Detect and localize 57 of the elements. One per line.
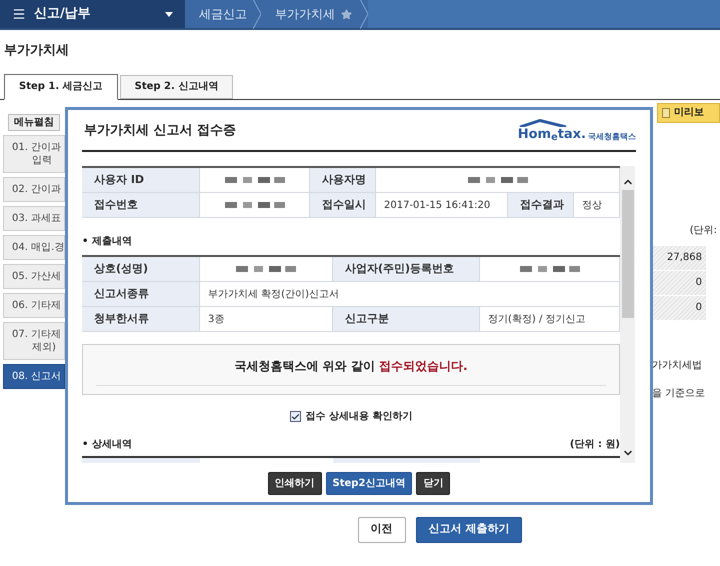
chevron-icon	[253, 0, 261, 29]
label-cell: 사용자 ID	[82, 168, 200, 192]
label-cell: 신고서종류	[82, 282, 200, 306]
scrollbar[interactable]	[620, 166, 635, 463]
side-menu-item[interactable]: 05. 가산세	[3, 264, 65, 288]
unit-label: (단위:	[690, 224, 717, 238]
hometax-logo: Hom$_{e}$tax.국세청홈택스	[518, 117, 636, 145]
amount-cell: 27,868	[652, 246, 706, 270]
note-text: 을 기준으로	[652, 386, 706, 400]
document-icon	[662, 108, 670, 118]
label-cell: 청부한서류	[82, 307, 200, 331]
checkbox[interactable]	[290, 411, 301, 422]
breadcrumb-link[interactable]: 부가가치세	[261, 5, 341, 23]
side-menu-item[interactable]: 08. 신고서	[3, 364, 65, 388]
preview-button[interactable]: 미리보	[657, 102, 720, 122]
label-cell: 접수번호	[82, 193, 200, 217]
redacted-mark	[236, 265, 296, 273]
label-cell: 사용자명	[310, 168, 376, 192]
section-heading: • 상세내역	[82, 438, 132, 452]
dialog-title: 부가가치세 신고서 접수증	[83, 122, 236, 140]
label-cell: 상호(성명)	[82, 257, 200, 281]
amount-cell: 0	[652, 296, 706, 320]
page-title: 부가가치세	[4, 42, 70, 60]
side-menu-item[interactable]: 06. 기타제	[3, 292, 65, 318]
footer-button[interactable]: 이전	[358, 516, 406, 542]
unit-label: (단위 : 원)	[570, 438, 620, 452]
receipt-message: 국세청홈택스에 위와 같이 접수되었습니다.	[234, 358, 468, 375]
label-cell: 신고구분	[333, 307, 480, 331]
side-menu-item[interactable]: 07. 기타제 제외)	[3, 322, 65, 360]
dialog-button[interactable]: Step2신고내역	[326, 472, 412, 495]
label-cell: 접수일시	[310, 193, 376, 217]
dialog-button[interactable]: 인쇄하기	[268, 472, 322, 495]
redacted-mark	[468, 176, 528, 184]
note-text: 가가치세법	[652, 358, 703, 372]
menu-toggle-button[interactable]: 메뉴펼침	[8, 114, 60, 130]
amount-cell: 0	[652, 270, 706, 294]
chevron-icon	[360, 0, 368, 29]
tab[interactable]: Step 1. 세금신고	[4, 74, 118, 100]
side-menu-item[interactable]: 02. 간이과	[3, 176, 65, 202]
redacted-mark	[520, 265, 580, 273]
side-menu-item[interactable]: 04. 매입.경	[3, 234, 65, 260]
menu-icon[interactable]	[12, 7, 26, 21]
redacted-mark	[224, 201, 284, 209]
tab[interactable]: Step 2. 신고내역	[120, 74, 234, 98]
footer-button[interactable]: 신고서 제출하기	[416, 516, 522, 542]
redacted-mark	[224, 176, 284, 184]
side-menu-item[interactable]: 01. 간이과 입력	[3, 134, 65, 172]
breadcrumb-link[interactable]: 세금신고	[185, 5, 253, 23]
side-menu-item[interactable]: 03. 과세표	[3, 206, 65, 230]
label-cell: 사업자(주민)등록번호	[333, 257, 480, 281]
section-heading: • 제출내역	[82, 235, 133, 249]
checkbox-label[interactable]: 접수 상세내용 확인하기	[306, 409, 412, 424]
section-title[interactable]: 신고/납부	[34, 4, 91, 24]
caret-icon[interactable]	[165, 12, 173, 16]
label-cell: 접수결과	[508, 193, 574, 217]
dialog-button[interactable]: 닫기	[416, 472, 450, 495]
star-icon[interactable]	[341, 8, 352, 20]
